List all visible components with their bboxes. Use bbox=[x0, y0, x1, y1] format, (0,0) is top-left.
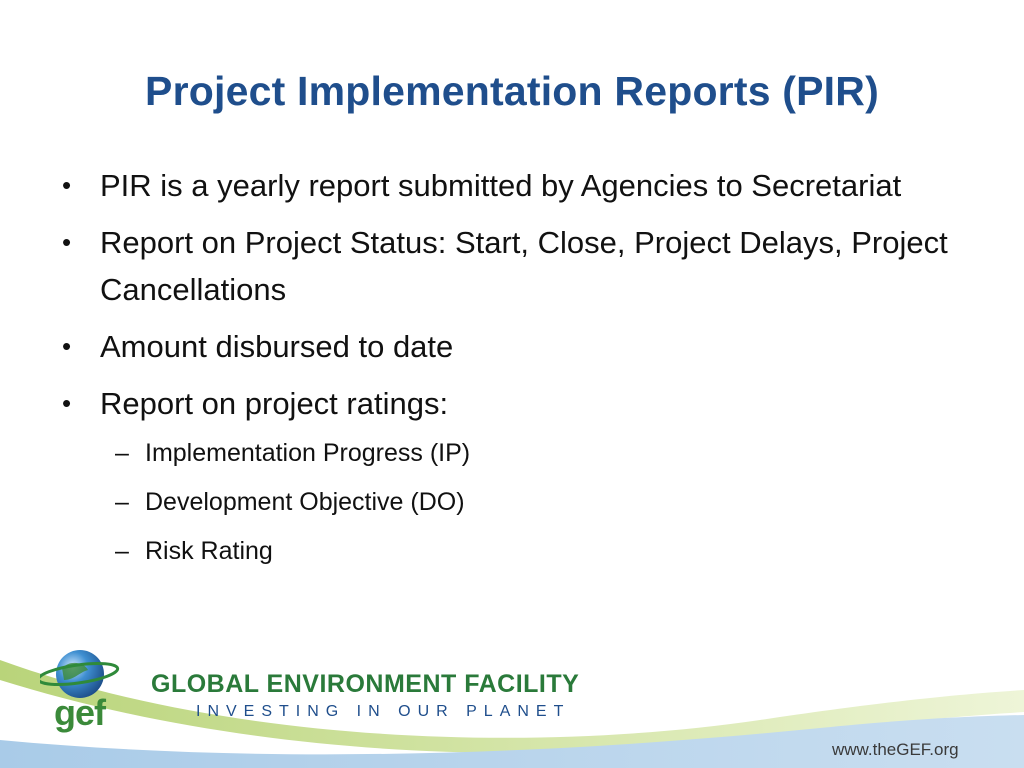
sub-bullet-text: Risk Rating bbox=[145, 537, 273, 565]
bullet-text: PIR is a yearly report submitted by Agen… bbox=[100, 168, 902, 203]
bullet-text: Report on project ratings: bbox=[100, 386, 449, 421]
sub-bullet-list: – Implementation Progress (IP) – Develop… bbox=[100, 429, 978, 576]
bullet-item: • Report on Project Status: Start, Close… bbox=[58, 219, 978, 313]
dash-icon: – bbox=[115, 439, 129, 467]
bullet-item: • Amount disbursed to date bbox=[58, 323, 978, 370]
organization-tagline: INVESTING IN OUR PLANET bbox=[196, 703, 571, 720]
website-url: www.theGEF.org bbox=[832, 740, 959, 759]
dash-icon: – bbox=[115, 488, 129, 516]
sub-bullet-item: – Development Objective (DO) bbox=[100, 478, 978, 527]
bullet-dot-icon: • bbox=[62, 227, 72, 257]
organization-name: GLOBAL ENVIRONMENT FACILITY bbox=[151, 670, 580, 698]
bullet-dot-icon: • bbox=[62, 170, 72, 200]
dash-icon: – bbox=[115, 537, 129, 565]
bullet-text: Amount disbursed to date bbox=[100, 329, 454, 364]
sub-bullet-item: – Risk Rating bbox=[100, 527, 978, 576]
bullet-dot-icon: • bbox=[62, 388, 72, 418]
slide-title: Project Implementation Reports (PIR) bbox=[145, 68, 879, 114]
bullet-dot-icon: • bbox=[62, 331, 72, 361]
sub-bullet-item: – Implementation Progress (IP) bbox=[100, 429, 978, 478]
sub-bullet-text: Implementation Progress (IP) bbox=[145, 439, 471, 467]
bullet-list: • PIR is a yearly report submitted by Ag… bbox=[58, 162, 978, 586]
logo-wordmark: gef bbox=[54, 692, 106, 733]
bullet-item: • Report on project ratings: – Implement… bbox=[58, 380, 978, 576]
bullet-text: Report on Project Status: Start, Close, … bbox=[100, 225, 948, 307]
bullet-item: • PIR is a yearly report submitted by Ag… bbox=[58, 162, 978, 209]
sub-bullet-text: Development Objective (DO) bbox=[145, 488, 465, 516]
